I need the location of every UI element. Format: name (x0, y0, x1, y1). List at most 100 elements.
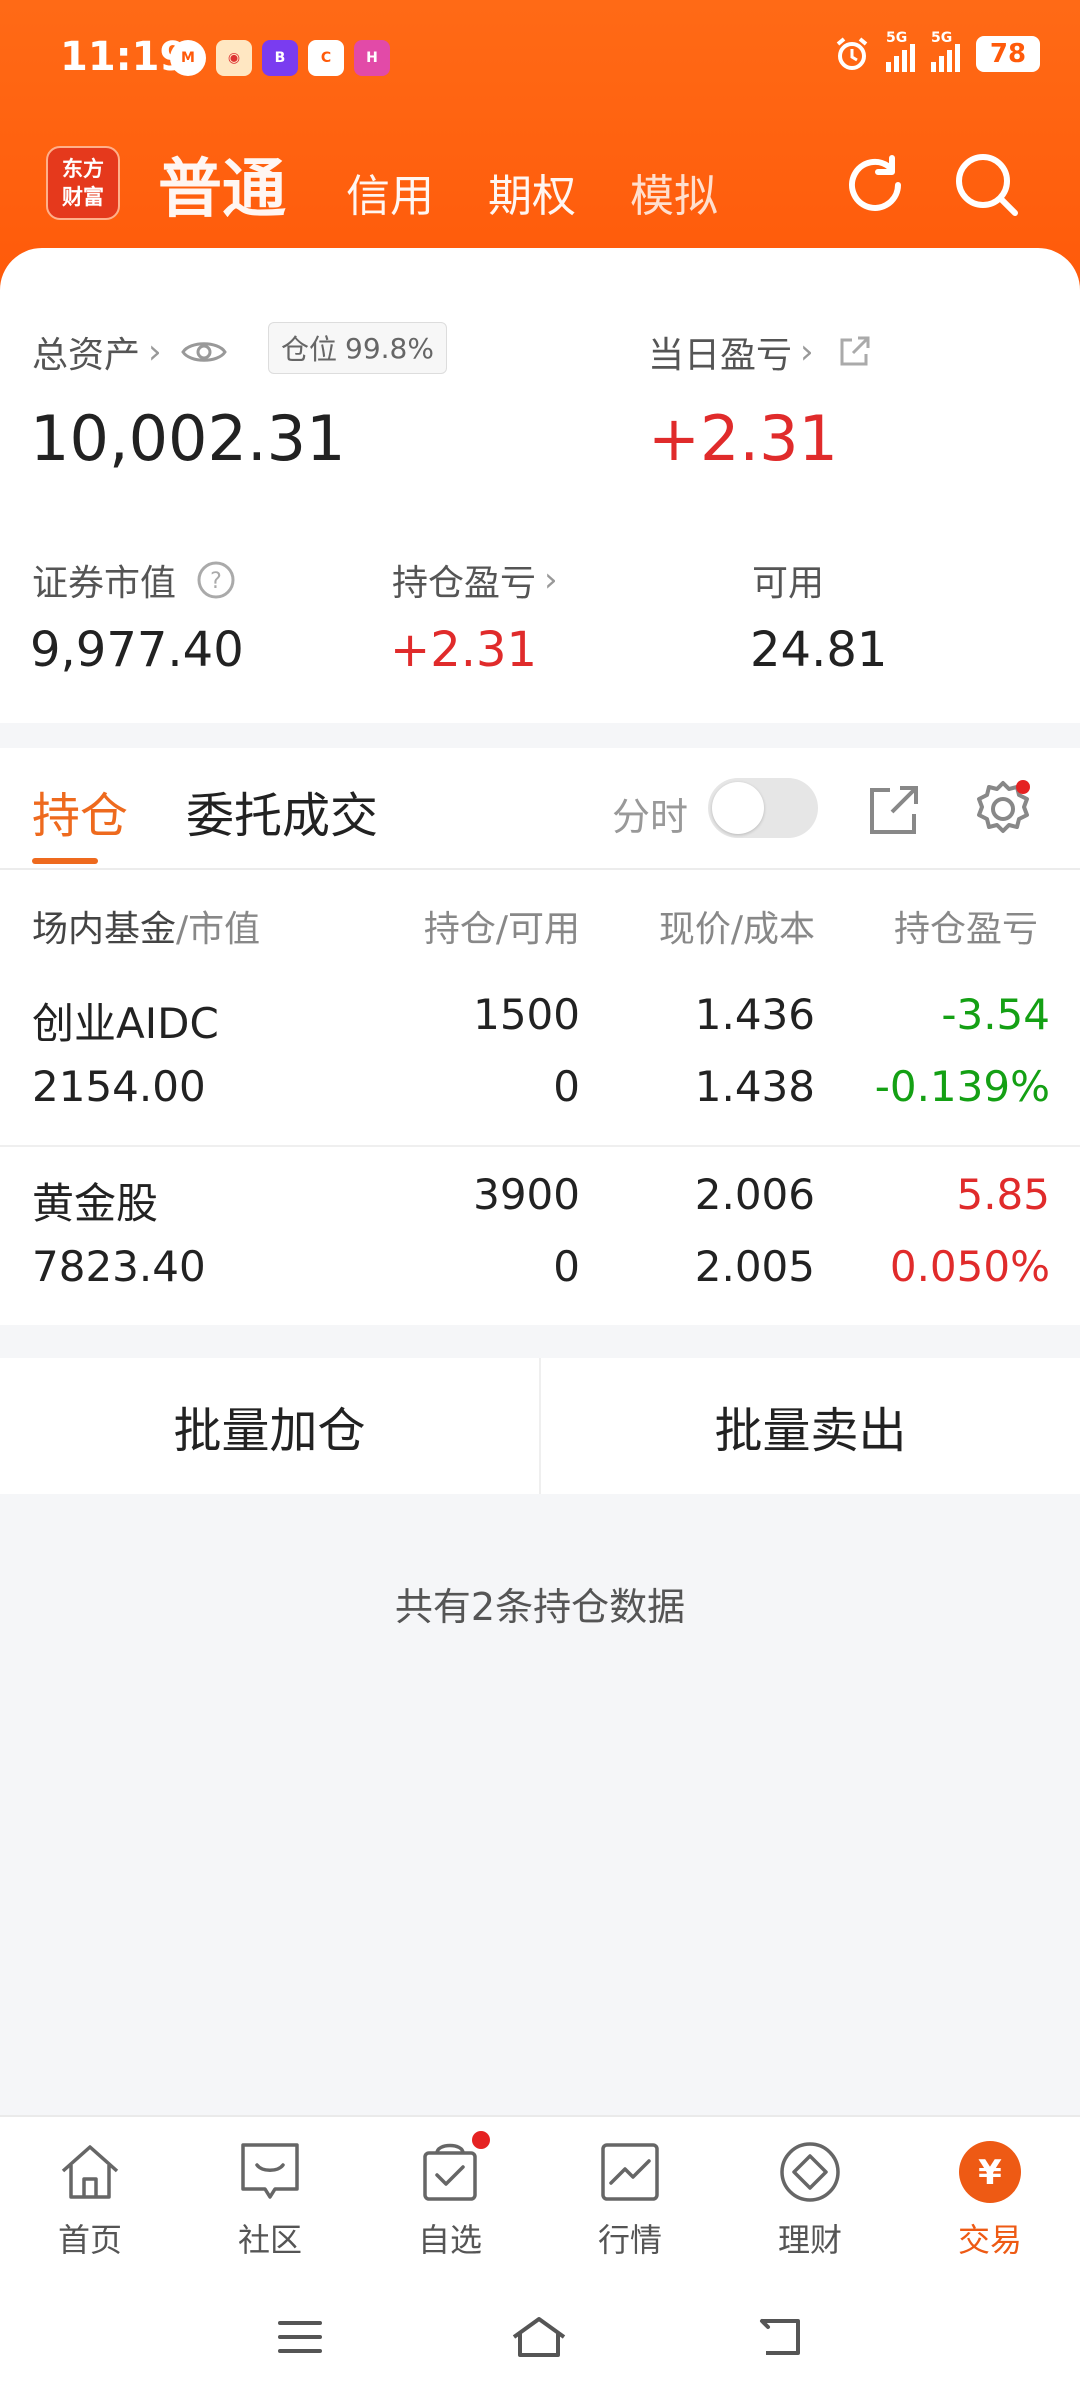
fund-available: 0 (553, 1062, 580, 1111)
fund-name: 黄金股 (32, 1179, 159, 1228)
header-fund-main: 场内基金 (32, 909, 177, 950)
eye-icon[interactable] (180, 335, 228, 369)
nav-trade[interactable]: ¥ 交易 (900, 2117, 1080, 2273)
help-icon[interactable]: ? (196, 560, 236, 600)
market-value-label: 证券市值 ? (32, 554, 236, 606)
notification-app-icon: B (262, 40, 298, 76)
menu-icon[interactable] (276, 2313, 324, 2361)
timeshare-label: 分时 (612, 795, 689, 839)
holdings-count: 共有2条持仓数据 (394, 1585, 686, 1629)
fund-name: 创业AIDC (32, 999, 219, 1048)
tab-simulated[interactable]: 模拟 (630, 160, 718, 224)
trade-icon: ¥ (959, 2141, 1021, 2203)
status-right: 5G 5G 78 (834, 30, 1040, 72)
chevron-right-icon: › (800, 332, 814, 372)
fund-holding: 3900 (473, 1170, 580, 1219)
fund-price: 1.436 (694, 990, 815, 1039)
back-icon[interactable] (756, 2313, 804, 2361)
timeshare-toggle[interactable] (708, 778, 818, 838)
nav-wealth[interactable]: 理财 (720, 2117, 900, 2273)
fund-cost: 2.005 (694, 1242, 815, 1291)
share-icon[interactable] (866, 782, 922, 838)
available-text: 可用 (752, 563, 825, 604)
batch-sell-button[interactable]: 批量卖出 (541, 1358, 1080, 1494)
notification-app-icon: H (354, 40, 390, 76)
position-label: 仓位 (281, 333, 338, 366)
chevron-right-icon: › (148, 332, 162, 372)
total-assets-value: 10,002.31 (30, 402, 346, 475)
header-fund-name: 场内基金/市值 (32, 900, 260, 952)
fund-market-value: 7823.40 (32, 1242, 206, 1291)
community-icon (241, 2143, 299, 2199)
holding-pl-label[interactable]: 持仓盈亏 › (392, 554, 558, 606)
tab-orders[interactable]: 委托成交 (186, 776, 378, 846)
fund-available: 0 (553, 1242, 580, 1291)
svg-text:¥: ¥ (978, 2153, 1002, 2193)
home-icon (61, 2145, 119, 2199)
app-header: 11:19 M ◉ B C H 5G 5G 78 东方 财富 普通 信用 期权 (0, 0, 1080, 290)
daily-pl-label[interactable]: 当日盈亏 › (648, 326, 872, 378)
status-time: 11:19 (60, 34, 188, 80)
nav-market[interactable]: 行情 (540, 2117, 720, 2273)
tab-normal[interactable]: 普通 (158, 138, 286, 230)
fund-pl: -3.54 (941, 990, 1050, 1039)
nav-label: 社区 (237, 2221, 302, 2259)
bottom-nav: 首页 社区 自选 行情 理财 ¥ 交易 (0, 2115, 1080, 2273)
header-holding: 持仓/可用 (423, 909, 580, 950)
network-type: 5G (886, 30, 908, 46)
network-type: 5G (931, 30, 953, 46)
holding-pl-text: 持仓盈亏 (392, 563, 537, 604)
table-row[interactable]: 创业AIDC 2154.00 1500 0 1.436 1.438 -3.54 … (0, 990, 1080, 1170)
fund-pl-pct: 0.050% (889, 1242, 1050, 1291)
chevron-right-icon: › (544, 560, 558, 600)
fund-market-value: 2154.00 (32, 1062, 206, 1111)
logo-text: 东方 (62, 157, 104, 181)
tab-options[interactable]: 期权 (488, 160, 576, 224)
tab-holdings[interactable]: 持仓 (32, 776, 128, 846)
nav-home[interactable]: 首页 (0, 2117, 180, 2273)
notification-app-icon: C (308, 40, 344, 76)
status-bar: 11:19 M ◉ B C H 5G 5G 78 (0, 0, 1080, 120)
battery-icon: 78 (976, 36, 1040, 72)
notification-app-icon: ◉ (216, 40, 252, 76)
app-logo: 东方 财富 (46, 146, 120, 220)
notification-icons: M ◉ B C H (170, 40, 390, 76)
svg-text:?: ? (210, 569, 222, 594)
account-tabs: 普通 信用 期权 模拟 (158, 138, 718, 230)
external-link-icon[interactable] (836, 334, 872, 370)
nav-label: 理财 (777, 2221, 842, 2259)
total-assets-label[interactable]: 总资产 › (32, 326, 228, 378)
notification-dot (1016, 780, 1030, 794)
batch-actions: 批量加仓 批量卖出 (0, 1358, 1080, 1494)
market-icon (601, 2143, 659, 2201)
header-fund-sub: /市值 (176, 909, 261, 950)
row-divider (0, 1145, 1080, 1147)
fund-pl: 5.85 (956, 1170, 1050, 1219)
signal-icon: 5G (931, 30, 960, 72)
available-label: 可用 (752, 554, 824, 606)
tab-credit[interactable]: 信用 (346, 160, 434, 224)
fund-price: 2.006 (694, 1170, 815, 1219)
position-ratio-badge: 仓位 99.8% (268, 322, 447, 374)
nav-watchlist[interactable]: 自选 (360, 2117, 540, 2273)
batch-add-button[interactable]: 批量加仓 (0, 1358, 539, 1494)
nav-label: 交易 (957, 2221, 1022, 2259)
refresh-icon[interactable] (840, 150, 910, 220)
nav-community[interactable]: 社区 (180, 2117, 360, 2273)
home-nav-icon[interactable] (510, 2313, 568, 2361)
position-tabs: 持仓 委托成交 分时 (0, 748, 1080, 870)
holding-pl-value: +2.31 (390, 622, 538, 678)
nav-label: 自选 (417, 2221, 482, 2259)
position-value: 99.8% (345, 331, 434, 365)
header-price: 现价/成本 (658, 909, 815, 950)
notification-dot (472, 2131, 490, 2149)
search-icon[interactable] (952, 150, 1022, 220)
alarm-icon (836, 37, 868, 70)
watchlist-icon (423, 2143, 477, 2201)
toggle-knob (712, 782, 764, 834)
system-navigation-bar (0, 2273, 1080, 2400)
nav-label: 首页 (57, 2221, 122, 2259)
table-row[interactable]: 黄金股 7823.40 3900 0 2.006 2.005 5.85 0.05… (0, 1170, 1080, 1350)
market-value-value: 9,977.40 (30, 622, 244, 678)
daily-pl-value: +2.31 (648, 402, 838, 475)
